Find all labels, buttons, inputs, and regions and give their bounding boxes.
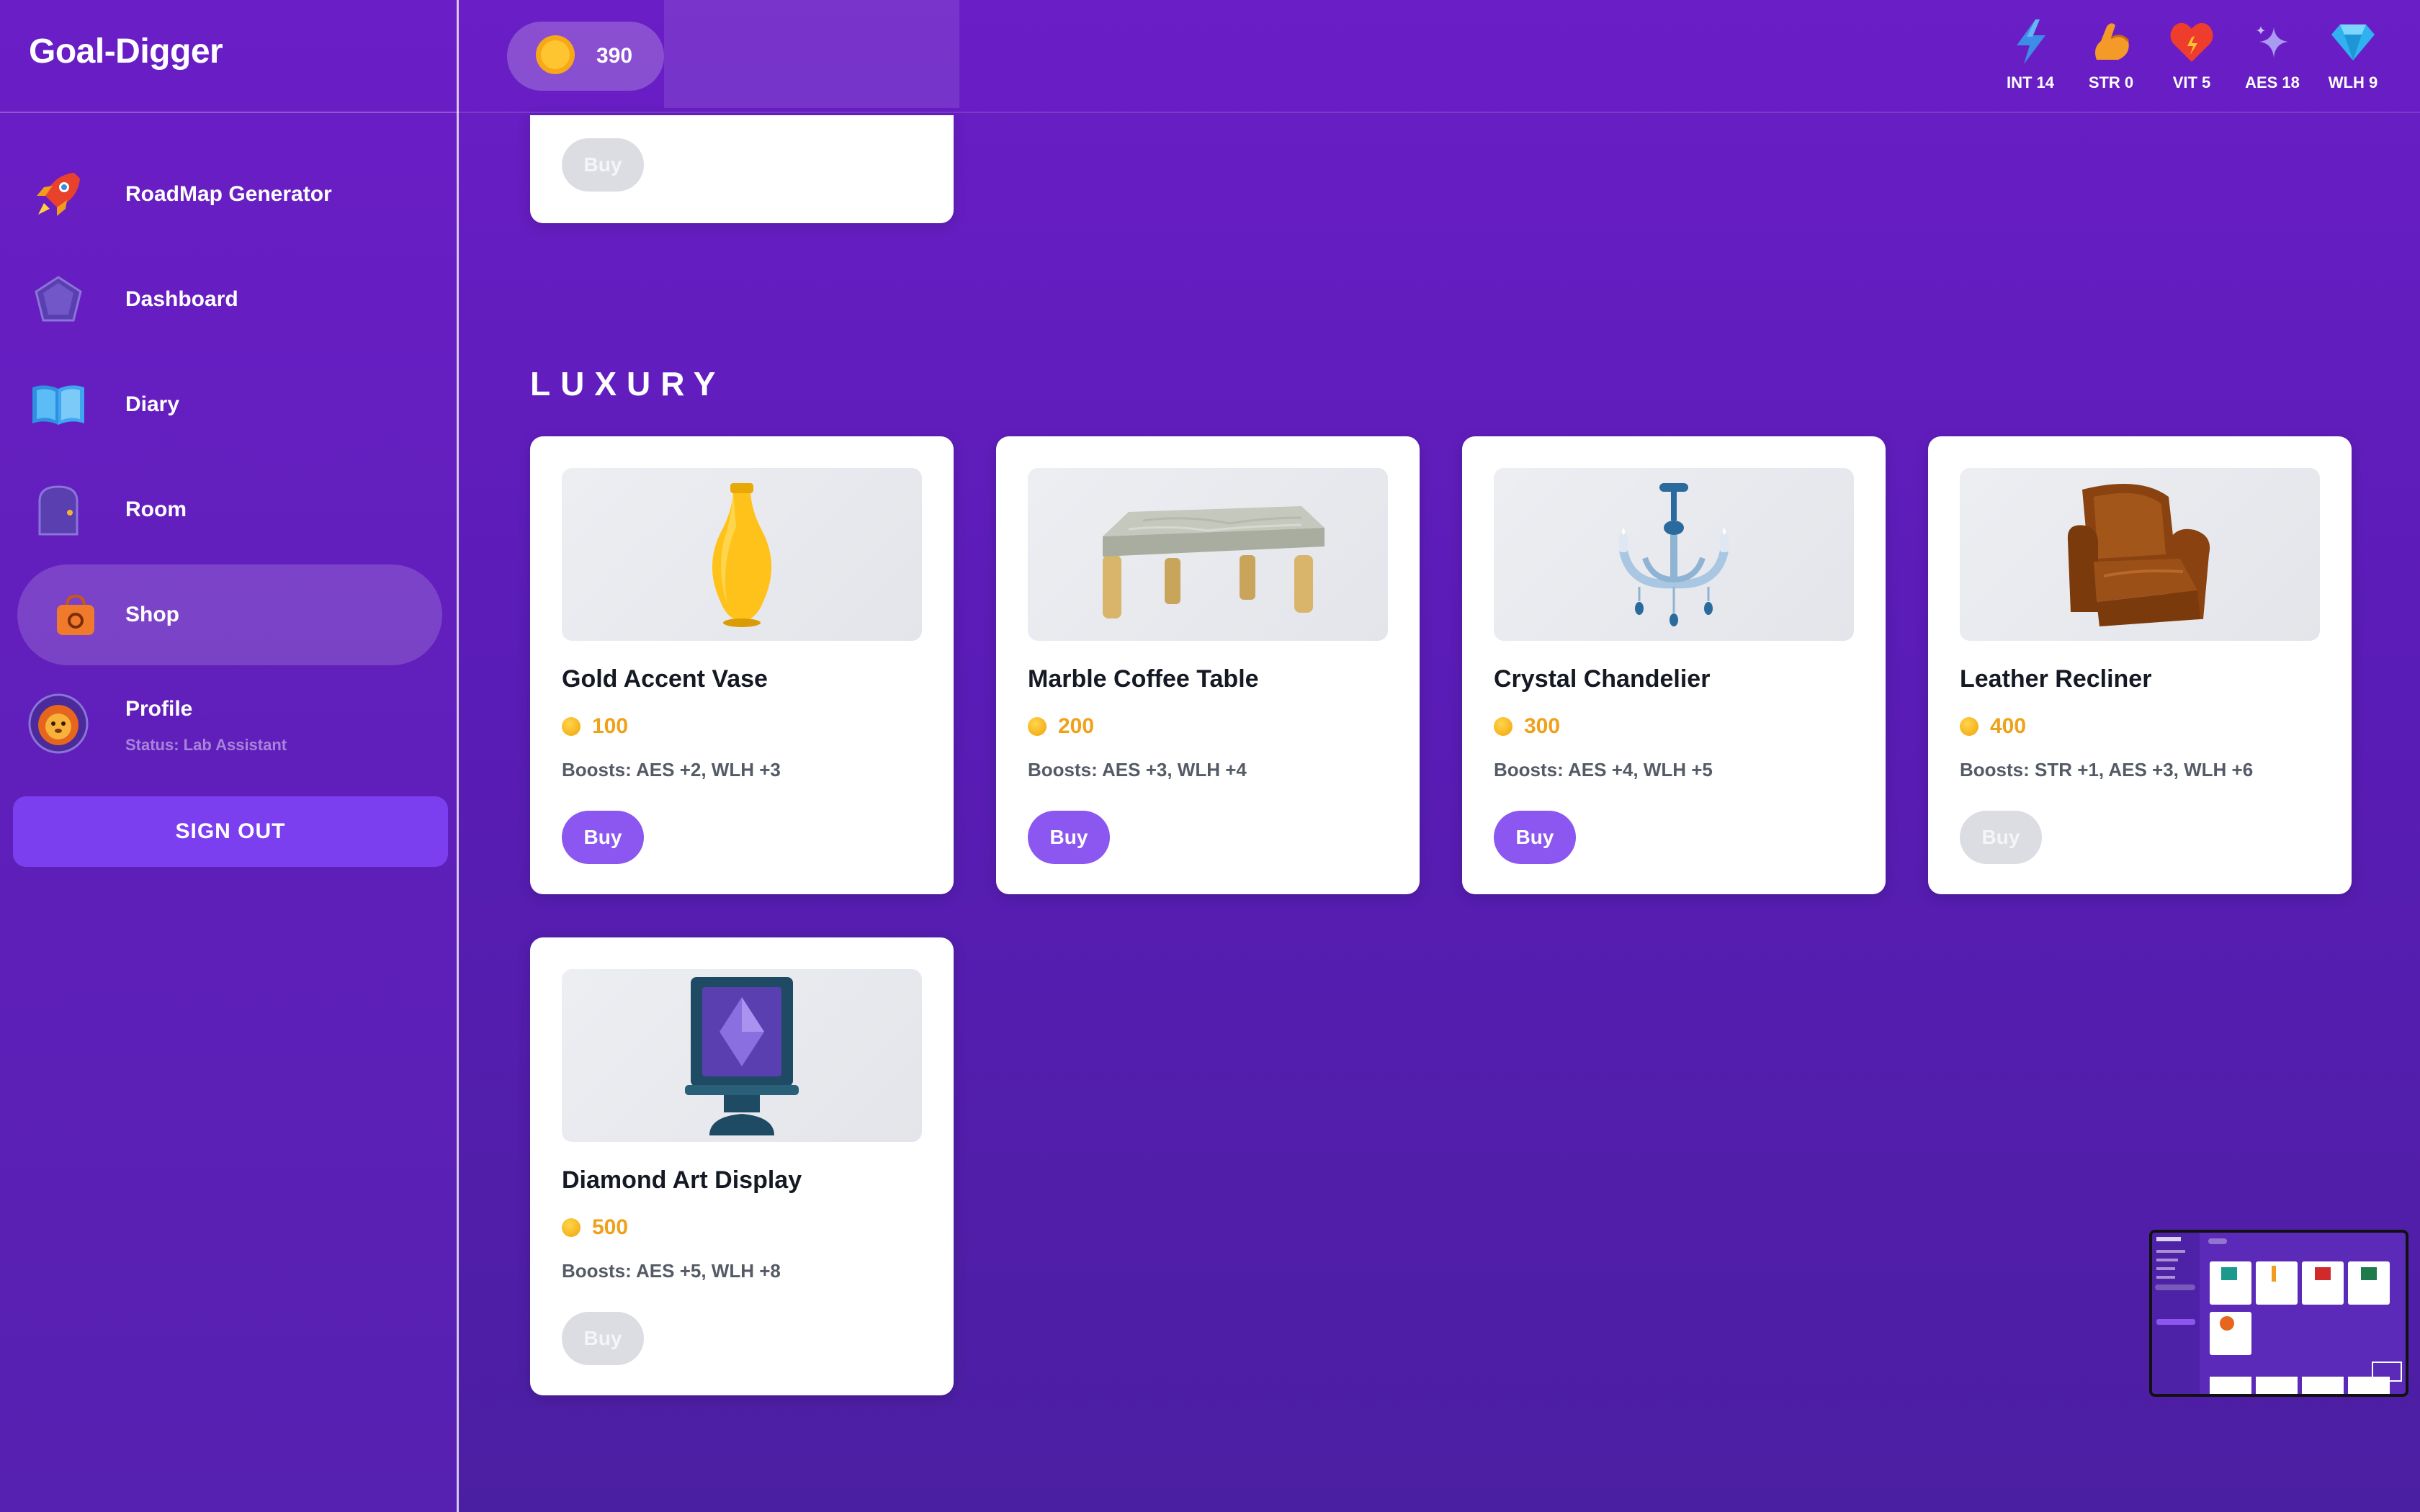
stat-label: STR 0 [2088, 73, 2134, 91]
stat-label: VIT 5 [2172, 73, 2211, 91]
lightning-icon [2011, 17, 2050, 66]
sidebar: Goal-Digger RoadMap Generator Dashboard [0, 0, 459, 1512]
price-value: 500 [592, 1215, 629, 1239]
coin-icon [562, 1218, 581, 1237]
buy-button[interactable]: Buy [562, 811, 644, 864]
rocket-icon [26, 162, 91, 227]
door-icon [26, 477, 91, 542]
profile-status: Status: Lab Assistant [125, 736, 287, 754]
sidebar-item-roadmap-generator[interactable]: RoadMap Generator [17, 144, 442, 245]
shopping-bag-icon [43, 582, 108, 647]
item-image-recliner [1960, 468, 2320, 641]
sign-out-button[interactable]: SIGN OUT [13, 796, 448, 867]
shop-item-card-partial: Buy [530, 115, 954, 223]
stat-str: STR 0 [2081, 17, 2141, 92]
item-price: 300 [1494, 714, 1560, 739]
section-title-luxury: LUXURY [530, 365, 726, 402]
sidebar-item-label: Profile [125, 697, 193, 721]
item-boosts: Boosts: AES +3, WLH +4 [1028, 759, 1247, 780]
item-price: 500 [562, 1215, 628, 1240]
sparkle-icon [2252, 17, 2293, 66]
sidebar-item-shop[interactable]: Shop [17, 564, 442, 665]
sidebar-item-label: RoadMap Generator [125, 182, 332, 206]
stat-label: WLH 9 [2328, 73, 2378, 91]
stat-aes: AES 18 [2243, 17, 2302, 92]
diamond-icon [2330, 17, 2376, 66]
coin-icon [1028, 717, 1047, 736]
page-minimap[interactable] [2149, 1230, 2408, 1397]
coin-icon [562, 717, 581, 736]
item-name: Marble Coffee Table [1028, 665, 1259, 693]
sidebar-divider [0, 112, 459, 113]
sidebar-item-dashboard[interactable]: Dashboard [17, 249, 442, 350]
shop-item-card: Crystal Chandelier 300 Boosts: AES +4, W… [1462, 436, 1886, 894]
stat-wlh: WLH 9 [2323, 17, 2383, 92]
sidebar-item-label: Shop [125, 603, 179, 626]
buy-button[interactable]: Buy [562, 1312, 644, 1365]
heart-icon [2169, 17, 2215, 66]
sidebar-item-label: Dashboard [125, 287, 238, 311]
coin-balance: 390 [507, 22, 664, 91]
shop-item-card: Marble Coffee Table 200 Boosts: AES +3, … [996, 436, 1420, 894]
item-name: Leather Recliner [1960, 665, 2152, 693]
stat-vit: VIT 5 [2162, 17, 2221, 92]
coin-icon [1494, 717, 1512, 736]
price-value: 100 [592, 714, 629, 738]
item-name: Gold Accent Vase [562, 665, 768, 693]
buy-button[interactable]: Buy [562, 138, 644, 192]
pentagon-gem-icon [26, 267, 91, 332]
item-boosts: Boosts: AES +5, WLH +8 [562, 1260, 781, 1282]
lion-avatar-icon [26, 691, 91, 756]
coin-amount: 390 [596, 44, 633, 68]
open-book-icon [26, 372, 91, 437]
item-name: Crystal Chandelier [1494, 665, 1711, 693]
sidebar-item-room[interactable]: Room [17, 459, 442, 560]
sidebar-item-profile[interactable]: Profile Status: Lab Assistant [17, 677, 442, 778]
item-image-diamond-display [562, 969, 922, 1142]
buy-button[interactable]: Buy [1028, 811, 1110, 864]
item-price: 200 [1028, 714, 1094, 739]
sidebar-item-diary[interactable]: Diary [17, 354, 442, 455]
stat-label: INT 14 [2006, 73, 2055, 91]
coin-icon [1960, 717, 1978, 736]
shop-item-card: Gold Accent Vase 100 Boosts: AES +2, WLH… [530, 436, 954, 894]
sidebar-item-label: Diary [125, 392, 180, 416]
flexed-arm-icon [2089, 17, 2133, 66]
item-image-gold-vase [562, 468, 922, 641]
item-name: Diamond Art Display [562, 1166, 802, 1194]
stat-int: INT 14 [2001, 17, 2060, 92]
item-image-chandelier [1494, 468, 1854, 641]
shop-item-card: Leather Recliner 400 Boosts: STR +1, AES… [1928, 436, 2352, 894]
coin-pill-backdrop [664, 0, 959, 108]
app-brand[interactable]: Goal-Digger [29, 32, 223, 71]
item-price: 100 [562, 714, 628, 739]
price-value: 400 [1990, 714, 2027, 738]
item-price: 400 [1960, 714, 2026, 739]
coin-icon [534, 34, 576, 79]
buy-button[interactable]: Buy [1494, 811, 1576, 864]
stat-label: AES 18 [2245, 73, 2300, 91]
sidebar-item-label: Room [125, 498, 187, 521]
item-boosts: Boosts: AES +2, WLH +3 [562, 759, 781, 780]
stat-bar: INT 14 STR 0 VIT 5 AES 18 WLH 9 [2001, 17, 2383, 92]
topbar-divider [459, 112, 2420, 113]
item-boosts: Boosts: STR +1, AES +3, WLH +6 [1960, 759, 2254, 780]
price-value: 300 [1524, 714, 1561, 738]
item-boosts: Boosts: AES +4, WLH +5 [1494, 759, 1713, 780]
price-value: 200 [1058, 714, 1095, 738]
buy-button[interactable]: Buy [1960, 811, 2042, 864]
item-image-marble-table [1028, 468, 1388, 641]
shop-item-card: Diamond Art Display 500 Boosts: AES +5, … [530, 937, 954, 1395]
